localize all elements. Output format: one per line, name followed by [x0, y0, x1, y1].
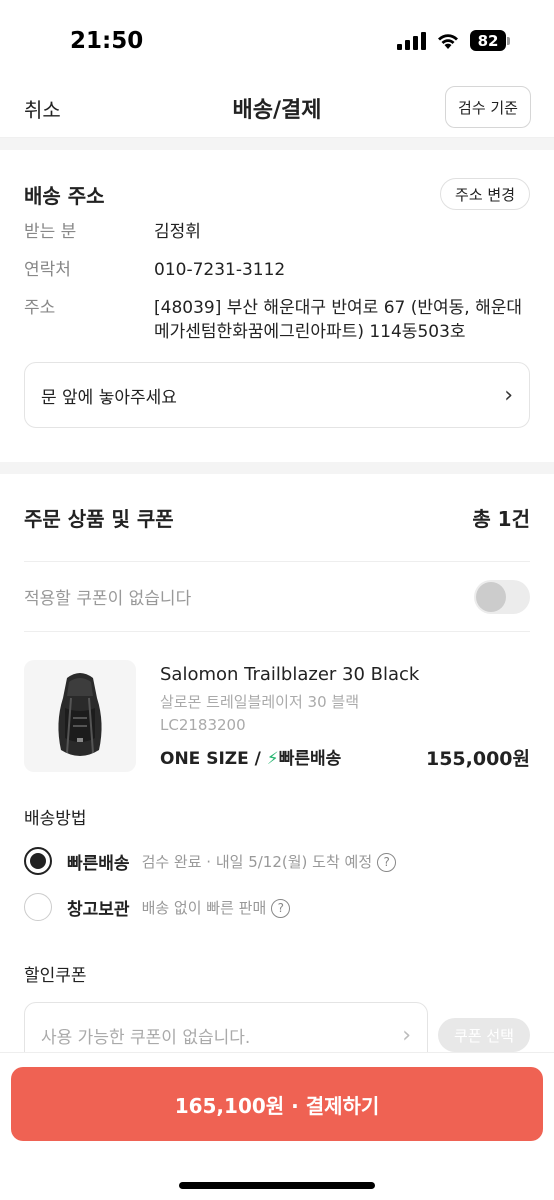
question-circle-icon[interactable]: ?	[377, 852, 397, 872]
product-code: LC2183200	[160, 716, 246, 734]
status-bar: 21:50 82	[0, 0, 554, 82]
shipping-option-fast[interactable]: 빠른배송 검수 완료 · 내일 5/12(월) 도착 예정?	[24, 847, 530, 875]
product-size: ONE SIZE /	[160, 749, 261, 769]
inspection-criteria-button[interactable]: 검수 기준	[445, 86, 531, 128]
address-section: 배송 주소 주소 변경 받는 분 김정휘 연락처 010-7231-3112 주…	[0, 150, 554, 462]
chevron-right-icon: ›	[504, 382, 513, 408]
shipping-option-name: 빠른배송	[67, 853, 130, 874]
shipping-option-name: 창고보관	[67, 899, 130, 920]
shipping-option-storage[interactable]: 창고보관 배송 없이 빠른 판매?	[24, 893, 530, 921]
question-circle-icon[interactable]: ?	[271, 898, 291, 918]
address-row: 주소 [48039] 부산 해운대구 반여로 67 (반여동, 해운대메가센텀한…	[24, 296, 530, 344]
coupon-select-button[interactable]: 쿠폰 선택	[438, 1018, 530, 1052]
coupon-toggle-label: 적용할 쿠폰이 없습니다	[24, 589, 192, 609]
fast-delivery-label: 빠른배송	[278, 749, 342, 769]
chevron-right-icon: ›	[402, 1022, 411, 1048]
change-address-button[interactable]: 주소 변경	[440, 178, 530, 210]
shipping-option-desc: 검수 완료 · 내일 5/12(월) 도착 예정?	[142, 851, 397, 872]
product-name-ko: 살로몬 트레일블레이저 30 블랙	[160, 693, 359, 711]
home-indicator	[179, 1182, 375, 1189]
lightning-icon: ⚡	[266, 749, 279, 769]
product-image	[24, 660, 136, 772]
section-divider	[0, 138, 554, 150]
pay-button[interactable]: 165,100원 · 결제하기	[11, 1067, 543, 1141]
radio-storage[interactable]	[24, 893, 52, 921]
status-icons: 82	[397, 30, 510, 51]
nav-bar: 취소 배송/결제 검수 기준	[0, 82, 554, 138]
battery-icon: 82	[470, 30, 510, 51]
product-option: ONE SIZE / ⚡빠른배송	[160, 744, 341, 771]
section-divider	[0, 462, 554, 474]
delivery-memo-select[interactable]: 문 앞에 놓아주세요 ›	[24, 362, 530, 428]
order-count: 총 1건	[472, 507, 530, 531]
status-time: 21:50	[70, 28, 144, 54]
product-bottom-row: ONE SIZE / ⚡빠른배송 155,000원	[160, 744, 530, 771]
pay-bar: 165,100원 · 결제하기	[0, 1052, 554, 1200]
battery-level: 82	[470, 30, 506, 51]
order-section: 주문 상품 및 쿠폰 총 1건 적용할 쿠폰이 없습니다 Salomon Tra…	[0, 474, 554, 1068]
coupon-toggle-row: 적용할 쿠폰이 없습니다	[24, 562, 530, 632]
discount-title: 할인쿠폰	[24, 966, 87, 986]
phone-label: 연락처	[24, 260, 71, 280]
delivery-memo-text: 문 앞에 놓아주세요	[41, 387, 177, 408]
product-info: Salomon Trailblazer 30 Black 살로몬 트레일블레이저…	[160, 660, 530, 782]
signal-icon	[397, 31, 426, 50]
recipient-row: 받는 분 김정휘	[24, 220, 530, 244]
coupon-toggle[interactable]	[474, 579, 530, 614]
wifi-icon	[438, 33, 458, 49]
address-label: 주소	[24, 298, 56, 318]
phone-value: 010-7231-3112	[154, 260, 286, 280]
address-title: 배송 주소	[24, 184, 105, 208]
address-value: [48039] 부산 해운대구 반여로 67 (반여동, 해운대메가센텀한화꿈에…	[154, 298, 523, 342]
backpack-icon	[58, 673, 102, 756]
product-name: Salomon Trailblazer 30 Black	[160, 664, 420, 685]
order-title: 주문 상품 및 쿠폰	[24, 507, 174, 531]
radio-fast[interactable]	[24, 847, 52, 875]
product-item: Salomon Trailblazer 30 Black 살로몬 트레일블레이저…	[24, 632, 530, 782]
coupon-placeholder: 사용 가능한 쿠폰이 없습니다.	[41, 1027, 251, 1048]
recipient-value: 김정휘	[154, 222, 201, 242]
product-price: 155,000원	[425, 748, 530, 770]
shipping-option-desc: 배송 없이 빠른 판매?	[142, 897, 291, 918]
shipping-title: 배송방법	[24, 809, 87, 829]
recipient-label: 받는 분	[24, 222, 77, 242]
order-header: 주문 상품 및 쿠폰 총 1건	[24, 474, 530, 562]
phone-row: 연락처 010-7231-3112	[24, 258, 530, 282]
